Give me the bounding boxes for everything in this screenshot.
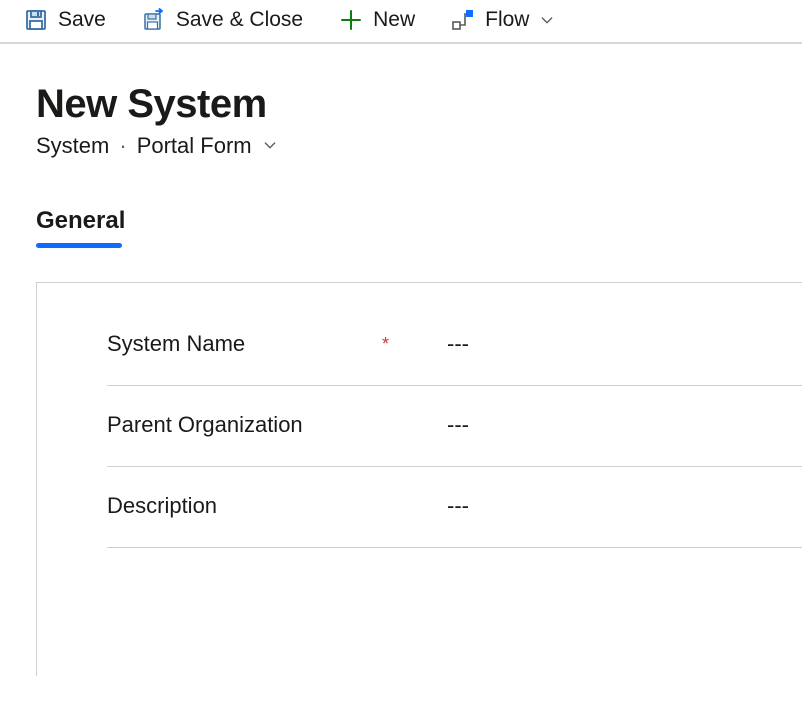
flow-label: Flow: [485, 8, 529, 32]
tab-general[interactable]: General: [36, 207, 125, 241]
field-value[interactable]: ---: [411, 412, 802, 438]
save-close-icon: [142, 8, 166, 32]
field-label-wrap: Parent Organization: [107, 412, 411, 438]
chevron-down-icon: [262, 133, 278, 159]
field-label-wrap: System Name *: [107, 331, 411, 357]
breadcrumb-entity: System: [36, 133, 109, 159]
field-description[interactable]: Description ---: [107, 467, 802, 548]
save-icon: [24, 8, 48, 32]
chevron-down-icon: [539, 8, 555, 32]
breadcrumb[interactable]: System · Portal Form: [36, 133, 766, 159]
breadcrumb-separator: ·: [119, 133, 126, 159]
field-value[interactable]: ---: [411, 331, 802, 357]
required-asterisk: *: [382, 334, 389, 355]
flow-button[interactable]: Flow: [451, 8, 555, 32]
save-and-close-button[interactable]: Save & Close: [142, 8, 303, 32]
tab-underline: [36, 243, 122, 248]
field-label-wrap: Description: [107, 493, 411, 519]
flow-icon: [451, 8, 475, 32]
field-label: System Name: [107, 331, 245, 357]
field-value[interactable]: ---: [411, 493, 802, 519]
form-panel: System Name * --- Parent Organization --…: [36, 282, 802, 676]
save-close-label: Save & Close: [176, 8, 303, 32]
save-label: Save: [58, 8, 106, 32]
page-header: New System System · Portal Form: [0, 44, 802, 159]
page-title: New System: [36, 82, 766, 127]
breadcrumb-form: Portal Form: [137, 133, 252, 159]
field-parent-organization[interactable]: Parent Organization ---: [107, 386, 802, 467]
plus-icon: [339, 8, 363, 32]
field-label: Parent Organization: [107, 412, 303, 438]
new-label: New: [373, 8, 415, 32]
field-system-name[interactable]: System Name * ---: [107, 305, 802, 386]
command-bar: Save Save & Close New F: [0, 0, 802, 44]
tab-list: General: [0, 159, 802, 248]
new-button[interactable]: New: [339, 8, 415, 32]
save-button[interactable]: Save: [24, 8, 106, 32]
field-label: Description: [107, 493, 217, 519]
